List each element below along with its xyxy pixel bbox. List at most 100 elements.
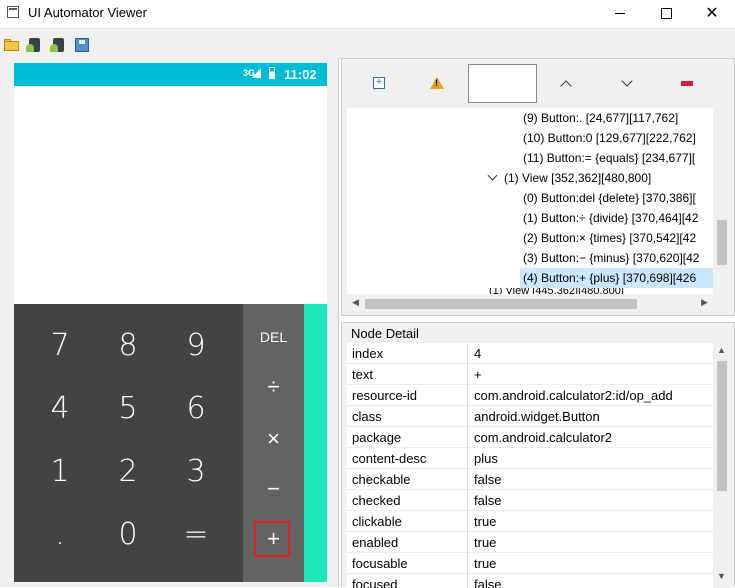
tree-node[interactable]: (2) Button:× {times} [370,542][42 (523, 228, 696, 248)
detail-key: resource-id (352, 388, 418, 403)
detail-row[interactable]: content-desc plus (347, 448, 713, 469)
hierarchy-tree[interactable]: (9) Button:. [24,677][117,762] (10) Butt… (347, 108, 713, 294)
close-button[interactable]: ✕ (689, 0, 735, 26)
tree-node[interactable]: (1) View [445,362][480,800] (489, 288, 624, 294)
node-detail-table[interactable]: index 4 text + resource-id com.android.calc… (347, 343, 713, 588)
detail-vertical-scrollbar[interactable]: ▲ ▼ (713, 343, 730, 588)
tree-node[interactable]: (1) Button:÷ {divide} [370,464][42 (523, 208, 698, 228)
tree-node[interactable]: (11) Button:= {equals} [234,677][ (523, 148, 695, 168)
tree-horizontal-scrollbar[interactable]: ◀ ▶ (347, 295, 713, 312)
device-screenshot-compressed-icon[interactable] (50, 37, 66, 53)
scroll-right-icon[interactable]: ▶ (696, 297, 713, 308)
key-5[interactable]: 5 (94, 377, 162, 440)
detail-value: plus (474, 451, 498, 466)
detail-row[interactable]: text + (347, 364, 713, 385)
detail-row[interactable]: focused false (347, 574, 713, 588)
detail-value: com.android.calculator2 (474, 430, 613, 445)
tree-horizontal-scroll-thumb[interactable] (365, 299, 637, 309)
key-divide[interactable]: ÷ (243, 362, 304, 412)
filter-box[interactable] (468, 64, 537, 103)
window-title: UI Automator Viewer (28, 5, 147, 20)
toggle-nafs-button[interactable] (426, 72, 448, 94)
title-bar: UI Automator Viewer ✕ (0, 0, 735, 26)
detail-row[interactable]: enabled true (347, 532, 713, 553)
key-decimal[interactable]: . (26, 503, 94, 566)
chevron-down-icon (621, 74, 633, 87)
key-3[interactable]: 3 (162, 440, 230, 503)
key-1[interactable]: 1 (26, 440, 94, 503)
advanced-panel-edge[interactable] (304, 304, 327, 582)
key-del[interactable]: DEL (243, 312, 304, 362)
detail-row[interactable]: class android.widget.Button (347, 406, 713, 427)
key-times[interactable]: × (243, 414, 304, 464)
maximize-button[interactable] (643, 0, 689, 26)
node-detail-title: Node Detail (351, 326, 419, 341)
scroll-up-icon[interactable]: ▲ (713, 345, 730, 355)
device-screenshot-icon[interactable] (26, 37, 42, 53)
warning-icon (430, 77, 444, 89)
device-status-bar: 3G 11:02 (14, 63, 327, 86)
chevron-up-icon (560, 79, 572, 92)
expand-all-icon: + (373, 77, 385, 89)
key-6[interactable]: 6 (162, 377, 230, 440)
tree-node-selected[interactable]: (4) Button:+ {plus} [370,698][426 (520, 268, 713, 288)
key-7[interactable]: 7 (26, 314, 94, 377)
scroll-left-icon[interactable]: ◀ (347, 297, 364, 308)
detail-value: + (474, 367, 482, 382)
detail-value: android.widget.Button (474, 409, 600, 424)
expand-arrow-icon[interactable] (487, 170, 498, 181)
toolbar (0, 28, 735, 59)
key-equals[interactable]: = (162, 503, 230, 566)
key-9[interactable]: 9 (162, 314, 230, 377)
tree-node[interactable]: (3) Button:− {minus} [370,620][42 (523, 248, 699, 268)
key-minus[interactable]: − (243, 464, 304, 514)
tree-toolbar: + (342, 59, 734, 107)
detail-value: true (474, 535, 497, 550)
detail-value: false (474, 577, 502, 588)
key-2[interactable]: 2 (94, 440, 162, 503)
clear-selection-button[interactable] (676, 72, 698, 94)
detail-row[interactable]: resource-id com.android.calculator2:id/op… (347, 385, 713, 406)
status-time: 11:02 (284, 67, 317, 82)
minimize-button[interactable] (597, 0, 643, 26)
detail-key: index (352, 346, 384, 361)
detail-row[interactable]: package com.android.calculator2 (347, 427, 713, 448)
detail-row[interactable]: clickable true (347, 511, 713, 532)
detail-row[interactable]: checked false (347, 490, 713, 511)
next-node-button[interactable] (616, 72, 638, 94)
tree-node[interactable]: (9) Button:. [24,677][117,762] (523, 108, 678, 128)
detail-vertical-scroll-thumb[interactable] (717, 361, 727, 491)
detail-key: clickable (352, 514, 402, 529)
detail-value: com.android.calculator2:id/op_add (474, 388, 673, 403)
detail-row[interactable]: checkable false (347, 469, 713, 490)
tree-node[interactable]: (10) Button:0 [129,677][222,762] (523, 128, 696, 148)
node-detail-pane: Node Detail index 4 text + resource-id com.… (341, 322, 735, 588)
tree-vertical-scroll-thumb[interactable] (717, 220, 727, 265)
tree-node-label: (1) View [352,362][480,800] (504, 171, 652, 185)
key-0[interactable]: 0 (94, 503, 162, 566)
screenshot-pane: 3G 11:02 7 8 9 4 5 6 1 2 3 . 0 = DEL ÷ ×… (0, 58, 339, 587)
app-window-icon (7, 6, 19, 18)
device-screenshot[interactable]: 3G 11:02 7 8 9 4 5 6 1 2 3 . 0 = DEL ÷ ×… (14, 63, 327, 582)
detail-value: false (474, 472, 502, 487)
maximize-icon (660, 7, 672, 19)
signal-icon (252, 68, 261, 78)
calculator-display[interactable] (14, 86, 327, 304)
tree-node-expanded[interactable]: (1) View [352,362][480,800] (487, 168, 652, 188)
save-icon[interactable] (74, 37, 90, 53)
open-icon[interactable] (4, 37, 20, 53)
expand-all-button[interactable]: + (368, 72, 390, 94)
tree-vertical-scrollbar[interactable] (713, 108, 730, 295)
detail-value: 4 (474, 346, 482, 361)
detail-value: true (474, 514, 497, 529)
scroll-down-icon[interactable]: ▼ (713, 571, 730, 581)
detail-key: class (352, 409, 382, 424)
previous-node-button[interactable] (555, 72, 577, 94)
detail-row[interactable]: focusable true (347, 553, 713, 574)
tree-node[interactable]: (0) Button:del {delete} [370,386][ (523, 188, 696, 208)
detail-row[interactable]: index 4 (347, 343, 713, 364)
key-8[interactable]: 8 (94, 314, 162, 377)
hierarchy-pane: + (9) Button:. [24,677][117,762] (10) Bu… (341, 58, 735, 316)
digit-keypad: 7 8 9 4 5 6 1 2 3 . 0 = (14, 304, 243, 582)
key-4[interactable]: 4 (26, 377, 94, 440)
